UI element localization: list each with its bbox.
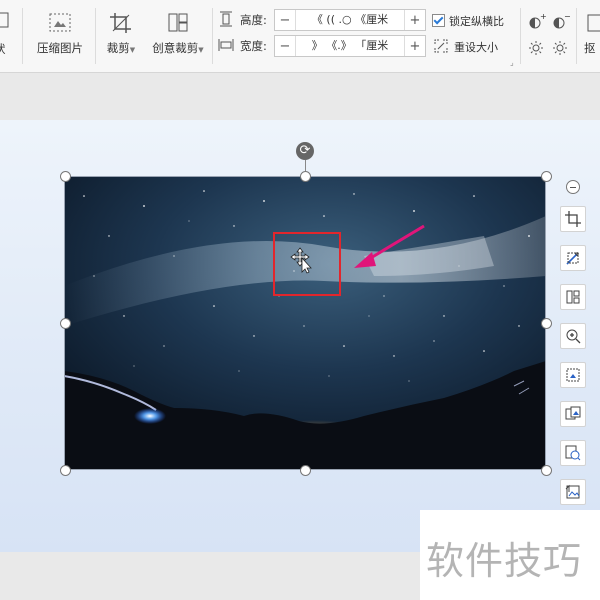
reset-size-icon bbox=[434, 39, 448, 53]
zoom-in-icon bbox=[566, 329, 581, 344]
resize-handle-right[interactable] bbox=[541, 318, 552, 329]
dropdown-arrow-icon: ▼ bbox=[198, 46, 204, 54]
crop-label: 裁剪 bbox=[106, 41, 130, 55]
picture-tools-ribbon: 状 压缩图片 裁剪▼ 创意裁剪▼ 高度: − 《 (( .○ 《厘米 + bbox=[0, 0, 600, 73]
resize-handle-top-left[interactable] bbox=[60, 171, 71, 182]
cutout-label[interactable]: 抠 bbox=[584, 40, 596, 56]
image-frame-icon bbox=[566, 368, 580, 382]
workspace-gap bbox=[0, 73, 600, 120]
width-label: 宽度: bbox=[240, 39, 267, 53]
divider bbox=[576, 8, 577, 64]
svg-text:−: − bbox=[564, 13, 570, 21]
side-creative-crop-button[interactable] bbox=[560, 245, 586, 271]
side-replace-button[interactable] bbox=[560, 479, 586, 505]
resize-handle-top[interactable] bbox=[300, 171, 311, 182]
shape-icon bbox=[0, 12, 9, 28]
starry-sky-image[interactable] bbox=[64, 176, 546, 470]
lock-ratio-label: 锁定纵横比 bbox=[449, 15, 504, 28]
side-convert-button[interactable] bbox=[560, 401, 586, 427]
resize-handle-top-right[interactable] bbox=[541, 171, 552, 182]
collapse-toolbar-icon[interactable] bbox=[566, 180, 580, 194]
watermark-text: 软件技巧 bbox=[426, 539, 583, 583]
height-label: 高度: bbox=[240, 13, 267, 27]
pointer-arrow-icon bbox=[354, 224, 425, 268]
cutout-icon bbox=[587, 14, 600, 32]
width-decrease-button[interactable]: − bbox=[275, 39, 295, 54]
resize-handle-bottom[interactable] bbox=[300, 465, 311, 476]
dialog-launcher-icon[interactable]: ⌟ bbox=[510, 58, 514, 67]
contrast-decrease-icon[interactable] bbox=[552, 38, 570, 56]
side-frame-button[interactable] bbox=[560, 362, 586, 388]
width-stepper[interactable]: − 》 《.》 「厘米 + bbox=[274, 35, 426, 57]
brightness-increase-icon[interactable]: + bbox=[528, 13, 546, 31]
height-stepper[interactable]: − 《 (( .○ 《厘米 + bbox=[274, 9, 426, 31]
crop-button[interactable]: 裁剪▼ bbox=[102, 12, 140, 56]
split-image-icon bbox=[566, 290, 580, 304]
height-icon bbox=[220, 11, 232, 27]
resize-handle-bottom-left[interactable] bbox=[60, 465, 71, 476]
image-to-text-icon bbox=[565, 445, 581, 461]
brightness-decrease-icon[interactable]: − bbox=[552, 13, 570, 31]
creative-crop-label: 创意裁剪 bbox=[152, 41, 199, 55]
height-input[interactable]: 《 (( .○ 《厘米 bbox=[295, 10, 405, 30]
divider bbox=[95, 8, 96, 64]
creative-crop-icon bbox=[168, 13, 188, 32]
height-decrease-button[interactable]: − bbox=[275, 13, 295, 28]
height-increase-button[interactable]: + bbox=[405, 13, 425, 28]
compress-label: 压缩图片 bbox=[37, 41, 83, 55]
side-crop-button[interactable] bbox=[560, 206, 586, 232]
width-increase-button[interactable]: + bbox=[405, 39, 425, 54]
side-ocr-button[interactable] bbox=[560, 440, 586, 466]
milky-way-photo bbox=[64, 176, 546, 470]
resize-handle-left[interactable] bbox=[60, 318, 71, 329]
rotate-handle-icon[interactable]: ⟳ bbox=[296, 142, 314, 160]
width-input[interactable]: 》 《.》 「厘米 bbox=[295, 36, 405, 56]
partial-left-button[interactable]: 状 bbox=[0, 10, 14, 56]
width-icon bbox=[218, 39, 234, 51]
compress-image-icon bbox=[49, 13, 71, 32]
contrast-increase-icon[interactable] bbox=[528, 38, 546, 56]
reset-size-button[interactable]: 重设大小 bbox=[454, 39, 498, 55]
compress-picture-button[interactable]: 压缩图片 bbox=[32, 12, 88, 56]
crop-icon bbox=[110, 13, 131, 33]
side-zoom-button[interactable] bbox=[560, 323, 586, 349]
move-cursor-icon bbox=[290, 247, 312, 274]
divider bbox=[212, 8, 213, 64]
resize-handle-bottom-right[interactable] bbox=[541, 465, 552, 476]
svg-text:+: + bbox=[540, 13, 546, 21]
side-split-button[interactable] bbox=[560, 284, 586, 310]
divider bbox=[22, 8, 23, 64]
image-convert-icon bbox=[565, 406, 581, 420]
lock-ratio-checkbox[interactable] bbox=[432, 14, 445, 27]
magic-wand-icon bbox=[566, 252, 579, 265]
replace-image-icon bbox=[565, 484, 580, 499]
creative-crop-button[interactable]: 创意裁剪▼ bbox=[148, 12, 208, 56]
dropdown-arrow-icon: ▼ bbox=[129, 46, 136, 54]
divider bbox=[520, 8, 521, 64]
crop-icon bbox=[565, 211, 581, 227]
